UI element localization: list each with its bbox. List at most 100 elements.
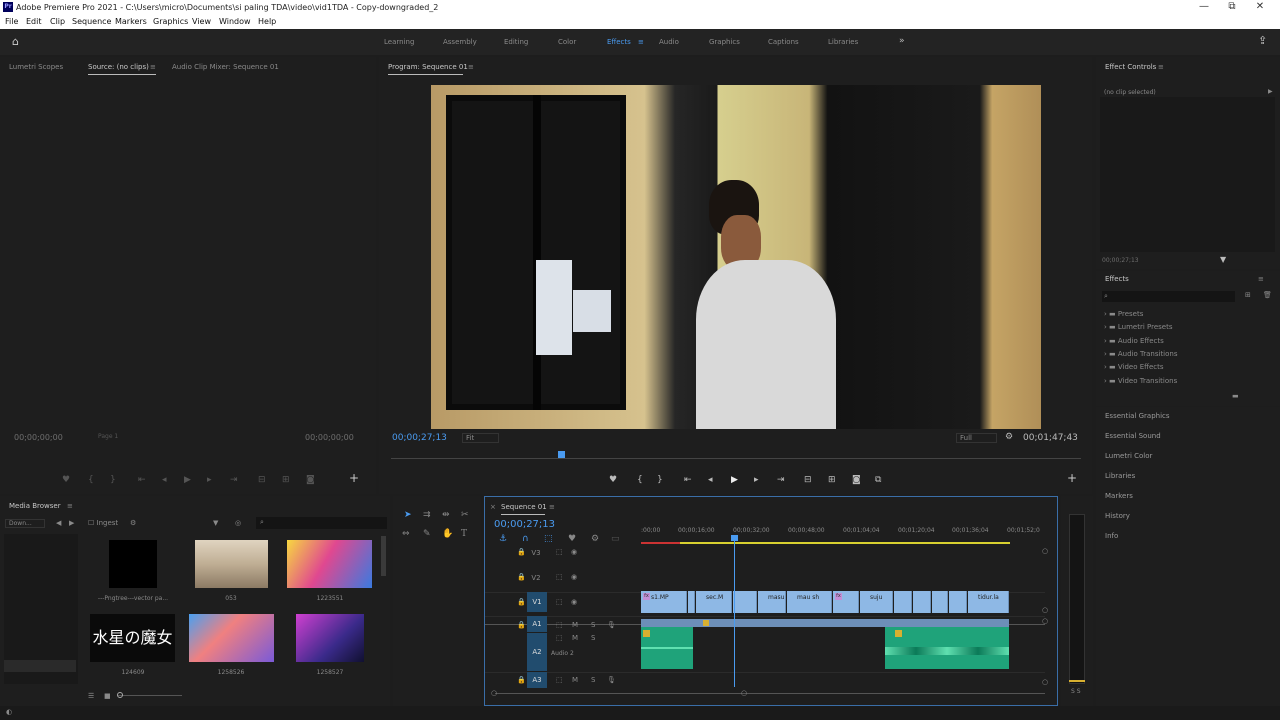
track-select-tool-icon[interactable]: ⇉ <box>423 510 431 520</box>
step-forward-icon[interactable]: ▸ <box>754 475 759 485</box>
workspace-editing[interactable]: Editing <box>504 38 528 46</box>
list-view-icon[interactable]: ☰ <box>88 692 94 700</box>
solo-button[interactable]: S <box>591 621 595 629</box>
back-icon[interactable]: ◀ <box>56 519 61 527</box>
scroll-handle-icon[interactable]: ○ <box>1042 606 1048 614</box>
workspace-captions[interactable]: Captions <box>768 38 799 46</box>
goto-in-icon[interactable]: ⇤ <box>138 475 146 485</box>
sequence-tab[interactable]: Sequence 01 <box>501 503 547 511</box>
thumbnail-1223551[interactable] <box>287 540 372 588</box>
sync-lock-icon[interactable]: ⬚ <box>556 676 563 684</box>
scroll-handle-icon[interactable]: ○ <box>1042 547 1048 555</box>
effects-item-audio-effects[interactable]: › ▬ Audio Effects <box>1104 337 1164 345</box>
panel-lumetri-color[interactable]: Lumetri Color <box>1105 452 1152 460</box>
program-video-frame[interactable] <box>431 85 1041 429</box>
thumbnail-124609[interactable]: 水星の魔女 <box>90 614 175 662</box>
workspace-assembly[interactable]: Assembly <box>443 38 477 46</box>
source-menu-icon[interactable]: ≡ <box>150 63 156 71</box>
comparison-view-icon[interactable]: ⧉ <box>875 475 881 485</box>
track-v1-label[interactable]: V1 <box>527 592 547 612</box>
workspace-learning[interactable]: Learning <box>384 38 414 46</box>
menu-markers[interactable]: Markers <box>115 17 147 26</box>
menu-edit[interactable]: Edit <box>26 17 42 26</box>
video-clip[interactable]: masu <box>758 591 786 613</box>
marker-icon[interactable]: ♥ <box>568 534 576 544</box>
add-button-icon[interactable]: + <box>1067 472 1077 484</box>
workspace-color[interactable]: Color <box>558 38 576 46</box>
effects-title[interactable]: Effects <box>1105 275 1129 283</box>
toggle-output-icon[interactable]: ⬚ <box>556 598 563 606</box>
video-clip[interactable] <box>913 591 931 613</box>
overwrite-icon[interactable]: ⊞ <box>282 475 290 485</box>
filter-icon[interactable]: ▼ <box>213 519 218 527</box>
video-clip[interactable] <box>949 591 967 613</box>
toggle-output-icon[interactable]: ⬚ <box>556 548 563 556</box>
sync-lock-icon[interactable]: ⬚ <box>556 621 563 629</box>
lift-icon[interactable]: ⊟ <box>804 475 812 485</box>
effects-item-video-transitions[interactable]: › ▬ Video Transitions <box>1104 377 1177 385</box>
effects-item-presets[interactable]: › ▬ Presets <box>1104 310 1143 318</box>
quality-dropdown[interactable]: Full <box>956 433 997 443</box>
video-clip[interactable]: fx <box>833 591 859 613</box>
zoom-slider[interactable] <box>118 695 182 696</box>
hand-tool-icon[interactable]: ✋ <box>442 529 453 539</box>
video-clip[interactable]: tidur.la <box>968 591 1009 613</box>
slip-tool-icon[interactable]: ⇔ <box>402 529 410 539</box>
selection-tool-icon[interactable]: ➤ <box>404 510 412 520</box>
play-icon[interactable]: ▶ <box>731 475 738 485</box>
minimize-button[interactable]: — <box>1197 1 1211 12</box>
solo-meter-buttons[interactable]: S S <box>1071 688 1081 695</box>
media-browser-menu-icon[interactable]: ≡ <box>67 502 73 510</box>
audio-clip[interactable] <box>641 627 693 669</box>
solo-button[interactable]: S <box>591 634 595 642</box>
share-icon[interactable]: ⇪ <box>1258 35 1267 46</box>
extract-icon[interactable]: ⊞ <box>828 475 836 485</box>
captions-icon[interactable]: ▭ <box>611 534 620 544</box>
type-tool-icon[interactable]: T <box>461 529 467 539</box>
eye-icon[interactable]: ◉ <box>571 548 577 556</box>
media-scrollbar[interactable] <box>381 536 386 576</box>
menu-sequence[interactable]: Sequence <box>72 17 111 26</box>
sync-lock-icon[interactable]: ⬚ <box>556 634 563 642</box>
program-title[interactable]: Program: Sequence 01 <box>388 63 468 71</box>
step-forward-icon[interactable]: ▸ <box>207 475 212 485</box>
lock-icon[interactable]: 🔒 <box>517 548 526 556</box>
effect-controls-title[interactable]: Effect Controls <box>1105 63 1156 71</box>
close-sequence-icon[interactable]: × <box>490 503 496 511</box>
track-a1-label[interactable]: A1 <box>527 616 547 632</box>
close-button[interactable]: ✕ <box>1253 1 1267 12</box>
workspace-menu-icon[interactable]: ≡ <box>638 38 644 46</box>
folder-icon[interactable]: ▬ <box>1232 392 1239 400</box>
media-search-input[interactable] <box>256 517 387 529</box>
toggle-output-icon[interactable]: ⬚ <box>556 573 563 581</box>
add-button-icon[interactable]: + <box>349 472 359 484</box>
panel-info[interactable]: Info <box>1105 532 1118 540</box>
mark-out-icon[interactable]: } <box>110 475 116 485</box>
thumbnail-053[interactable] <box>195 540 268 588</box>
effects-search-input[interactable] <box>1102 291 1235 302</box>
menu-help[interactable]: Help <box>258 17 276 26</box>
video-clip[interactable] <box>688 591 695 613</box>
play-icon[interactable]: ▶ <box>184 475 191 485</box>
mic-icon[interactable]: 🎙 <box>607 621 616 629</box>
export-frame-icon[interactable]: ◙ <box>852 475 861 485</box>
workspace-graphics[interactable]: Graphics <box>709 38 740 46</box>
scroll-handle-icon[interactable]: ○ <box>1042 617 1048 625</box>
video-clip[interactable] <box>932 591 948 613</box>
tab-audio-clip-mixer[interactable]: Audio Clip Mixer: Sequence 01 <box>172 63 279 71</box>
settings-wrench-icon[interactable]: ⚙ <box>591 534 599 544</box>
mark-in-icon[interactable]: { <box>637 475 643 485</box>
lock-icon[interactable]: 🔒 <box>517 598 526 606</box>
menu-file[interactable]: File <box>5 17 18 26</box>
expand-arrow-icon[interactable]: ▶ <box>1268 88 1273 95</box>
workspace-libraries[interactable]: Libraries <box>828 38 858 46</box>
audio-clip[interactable] <box>885 627 1009 669</box>
video-clip[interactable] <box>733 591 757 613</box>
mic-icon[interactable]: 🎙 <box>607 676 616 684</box>
effects-item-video-effects[interactable]: › ▬ Video Effects <box>1104 363 1164 371</box>
mark-out-icon[interactable]: } <box>657 475 663 485</box>
tab-lumetri-scopes[interactable]: Lumetri Scopes <box>9 63 63 71</box>
menu-graphics[interactable]: Graphics <box>153 17 188 26</box>
effects-item-lumetri-presets[interactable]: › ▬ Lumetri Presets <box>1104 323 1172 331</box>
mute-button[interactable]: M <box>572 634 578 642</box>
